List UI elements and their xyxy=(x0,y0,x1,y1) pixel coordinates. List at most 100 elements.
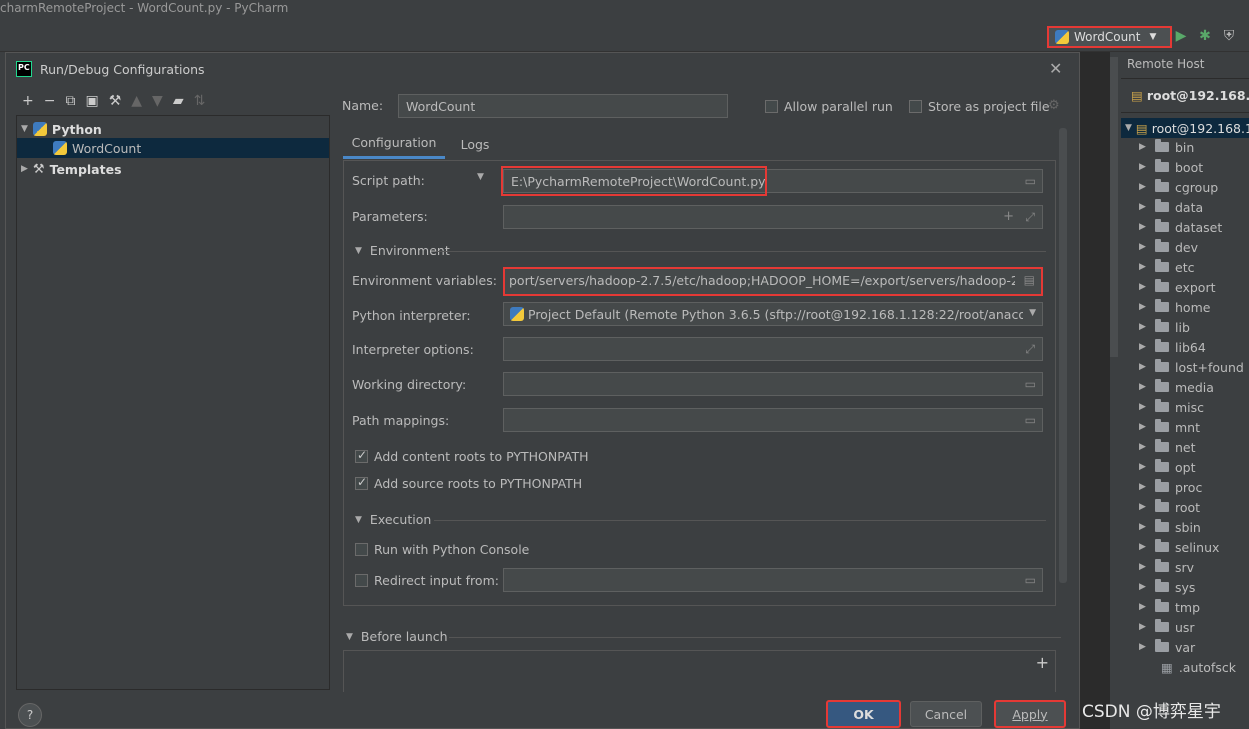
remote-folder-item[interactable]: ▶ dev xyxy=(1139,237,1198,257)
remote-folder-item[interactable]: ▶ proc xyxy=(1139,477,1202,497)
remote-folder-item[interactable]: ▶ data xyxy=(1139,197,1203,217)
run-console-checkbox[interactable]: Run with Python Console xyxy=(355,542,529,557)
checkbox-label: Add source roots to PYTHONPATH xyxy=(374,476,583,491)
apply-button[interactable]: Apply xyxy=(994,700,1066,728)
allow-parallel-label: Allow parallel run xyxy=(784,99,893,114)
dialog-scrollbar[interactable] xyxy=(1059,128,1067,583)
expand-icon[interactable]: ⤢ xyxy=(1025,210,1035,225)
remote-folder-item[interactable]: ▶ dataset xyxy=(1139,217,1222,237)
add-icon[interactable]: + xyxy=(22,93,34,109)
debug-icon[interactable]: ✱ xyxy=(1196,27,1214,45)
remote-folder-item[interactable]: ▶ sbin xyxy=(1139,517,1201,537)
gear-icon[interactable]: ⚙ xyxy=(1048,98,1060,113)
chevron-down-icon[interactable]: ▼ xyxy=(477,172,484,182)
remote-file-item[interactable]: ▦ .autofsck xyxy=(1161,657,1236,677)
chevron-right-icon: ▶ xyxy=(1139,422,1146,432)
close-icon[interactable]: ✕ xyxy=(1049,59,1062,78)
execution-section[interactable]: ▼ Execution xyxy=(355,512,431,527)
divider xyxy=(436,251,1046,252)
tab-logs[interactable]: Logs xyxy=(453,129,497,159)
tree-item-wordcount[interactable]: WordCount xyxy=(17,138,329,158)
env-vars-field[interactable]: port/servers/hadoop-2.7.5/etc/hadoop;HAD… xyxy=(503,267,1043,296)
remote-folder-item[interactable]: ▶ var xyxy=(1139,637,1195,657)
remote-folder-item[interactable]: ▶ etc xyxy=(1139,257,1194,277)
folder-icon[interactable]: ▭ xyxy=(1025,413,1036,427)
remove-icon[interactable]: − xyxy=(44,93,56,109)
run-config-selector[interactable]: WordCount ▼ xyxy=(1047,26,1172,48)
allow-parallel-checkbox[interactable]: Allow parallel run xyxy=(765,99,893,114)
remote-folder-label: boot xyxy=(1175,159,1204,175)
remote-folder-item[interactable]: ▶ mnt xyxy=(1139,417,1200,437)
new-folder-icon[interactable]: ▰ xyxy=(173,93,184,109)
editor-scrollbar[interactable] xyxy=(1110,57,1118,357)
move-down-icon[interactable]: ▼ xyxy=(152,93,163,109)
remote-folder-item[interactable]: ▶ sys xyxy=(1139,577,1195,597)
remote-folder-item[interactable]: ▶ cgroup xyxy=(1139,177,1218,197)
folder-icon xyxy=(1155,399,1169,412)
redirect-input-checkbox[interactable]: Redirect input from: xyxy=(355,573,499,588)
remote-root-node[interactable]: ▼ ▤ root@192.168.1 xyxy=(1121,118,1249,138)
script-path-field[interactable]: E:\PycharmRemoteProject\WordCount.py ▭ xyxy=(501,166,1043,196)
remote-folder-item[interactable]: ▶ selinux xyxy=(1139,537,1219,557)
folder-icon xyxy=(1155,239,1169,252)
parameters-field[interactable]: + ⤢ xyxy=(503,205,1043,229)
working-dir-field[interactable]: ▭ xyxy=(503,372,1043,396)
chevron-right-icon: ▶ xyxy=(1139,142,1146,152)
redirect-input-field[interactable]: ▭ xyxy=(503,568,1043,592)
path-mappings-field[interactable]: ▭ xyxy=(503,408,1043,432)
tree-item-python[interactable]: ▼ Python xyxy=(17,119,102,139)
sort-icon[interactable]: ⇅ xyxy=(194,93,206,109)
add-icon[interactable]: + xyxy=(1003,209,1014,224)
store-project-checkbox[interactable]: Store as project file xyxy=(909,99,1050,114)
add-content-roots-checkbox[interactable]: Add content roots to PYTHONPATH xyxy=(355,448,589,464)
remote-folder-item[interactable]: ▶ export xyxy=(1139,277,1216,297)
interpreter-select[interactable]: Project Default (Remote Python 3.6.5 (sf… xyxy=(503,302,1043,326)
add-source-roots-checkbox[interactable]: Add source roots to PYTHONPATH xyxy=(355,475,583,491)
chevron-right-icon: ▶ xyxy=(1139,182,1146,192)
run-icon[interactable]: ▶ xyxy=(1172,27,1190,45)
name-field[interactable]: WordCount xyxy=(398,94,728,118)
checkbox-label: Add content roots to PYTHONPATH xyxy=(374,449,589,464)
remote-folder-item[interactable]: ▶ root xyxy=(1139,497,1200,517)
cancel-button[interactable]: Cancel xyxy=(910,701,982,727)
remote-folder-item[interactable]: ▶ tmp xyxy=(1139,597,1200,617)
chevron-right-icon: ▶ xyxy=(1139,482,1146,492)
remote-folder-label: selinux xyxy=(1175,539,1220,555)
divider xyxy=(449,637,1061,638)
before-launch-section[interactable]: ▼ Before launch xyxy=(346,629,448,644)
list-icon[interactable]: ▤ xyxy=(1024,273,1035,287)
expand-icon[interactable]: ⤢ xyxy=(1025,342,1035,357)
remote-folder-item[interactable]: ▶ lib64 xyxy=(1139,337,1206,357)
folder-icon xyxy=(1155,259,1169,272)
chevron-right-icon: ▶ xyxy=(1139,162,1146,172)
remote-folder-item[interactable]: ▶ bin xyxy=(1139,137,1194,157)
help-button[interactable]: ? xyxy=(18,703,42,727)
remote-folder-item[interactable]: ▶ lost+found xyxy=(1139,357,1244,377)
tab-configuration[interactable]: Configuration xyxy=(343,129,445,159)
folder-icon[interactable]: ▭ xyxy=(1025,174,1036,188)
folder-icon[interactable]: ▭ xyxy=(1025,377,1036,391)
ok-button[interactable]: OK xyxy=(826,700,901,728)
remote-folder-item[interactable]: ▶ srv xyxy=(1139,557,1194,577)
tree-item-templates[interactable]: ▶ ⚒ Templates xyxy=(17,159,122,179)
folder-icon[interactable]: ▭ xyxy=(1025,573,1036,587)
chevron-right-icon: ▶ xyxy=(1139,562,1146,572)
remote-folder-item[interactable]: ▶ misc xyxy=(1139,397,1204,417)
checkbox-box xyxy=(355,448,368,463)
move-up-icon[interactable]: ▲ xyxy=(131,93,142,109)
remote-folder-item[interactable]: ▶ lib xyxy=(1139,317,1190,337)
remote-folder-item[interactable]: ▶ home xyxy=(1139,297,1210,317)
remote-folder-item[interactable]: ▶ net xyxy=(1139,437,1196,457)
copy-icon[interactable]: ⧉ xyxy=(65,93,75,109)
remote-folder-item[interactable]: ▶ opt xyxy=(1139,457,1195,477)
add-icon[interactable]: + xyxy=(1036,653,1049,672)
interp-options-field[interactable]: ⤢ xyxy=(503,337,1043,361)
remote-folder-item[interactable]: ▶ media xyxy=(1139,377,1214,397)
remote-folder-item[interactable]: ▶ usr xyxy=(1139,617,1195,637)
script-path-label: Script path: xyxy=(352,173,425,188)
remote-host-selector[interactable]: ▤ root@192.168.1.1 xyxy=(1131,88,1249,103)
remote-folder-item[interactable]: ▶ boot xyxy=(1139,157,1203,177)
save-icon[interactable]: ▣ xyxy=(85,93,98,109)
coverage-icon[interactable]: ⛨ xyxy=(1220,27,1238,45)
wrench-icon[interactable]: ⚒ xyxy=(109,93,122,109)
